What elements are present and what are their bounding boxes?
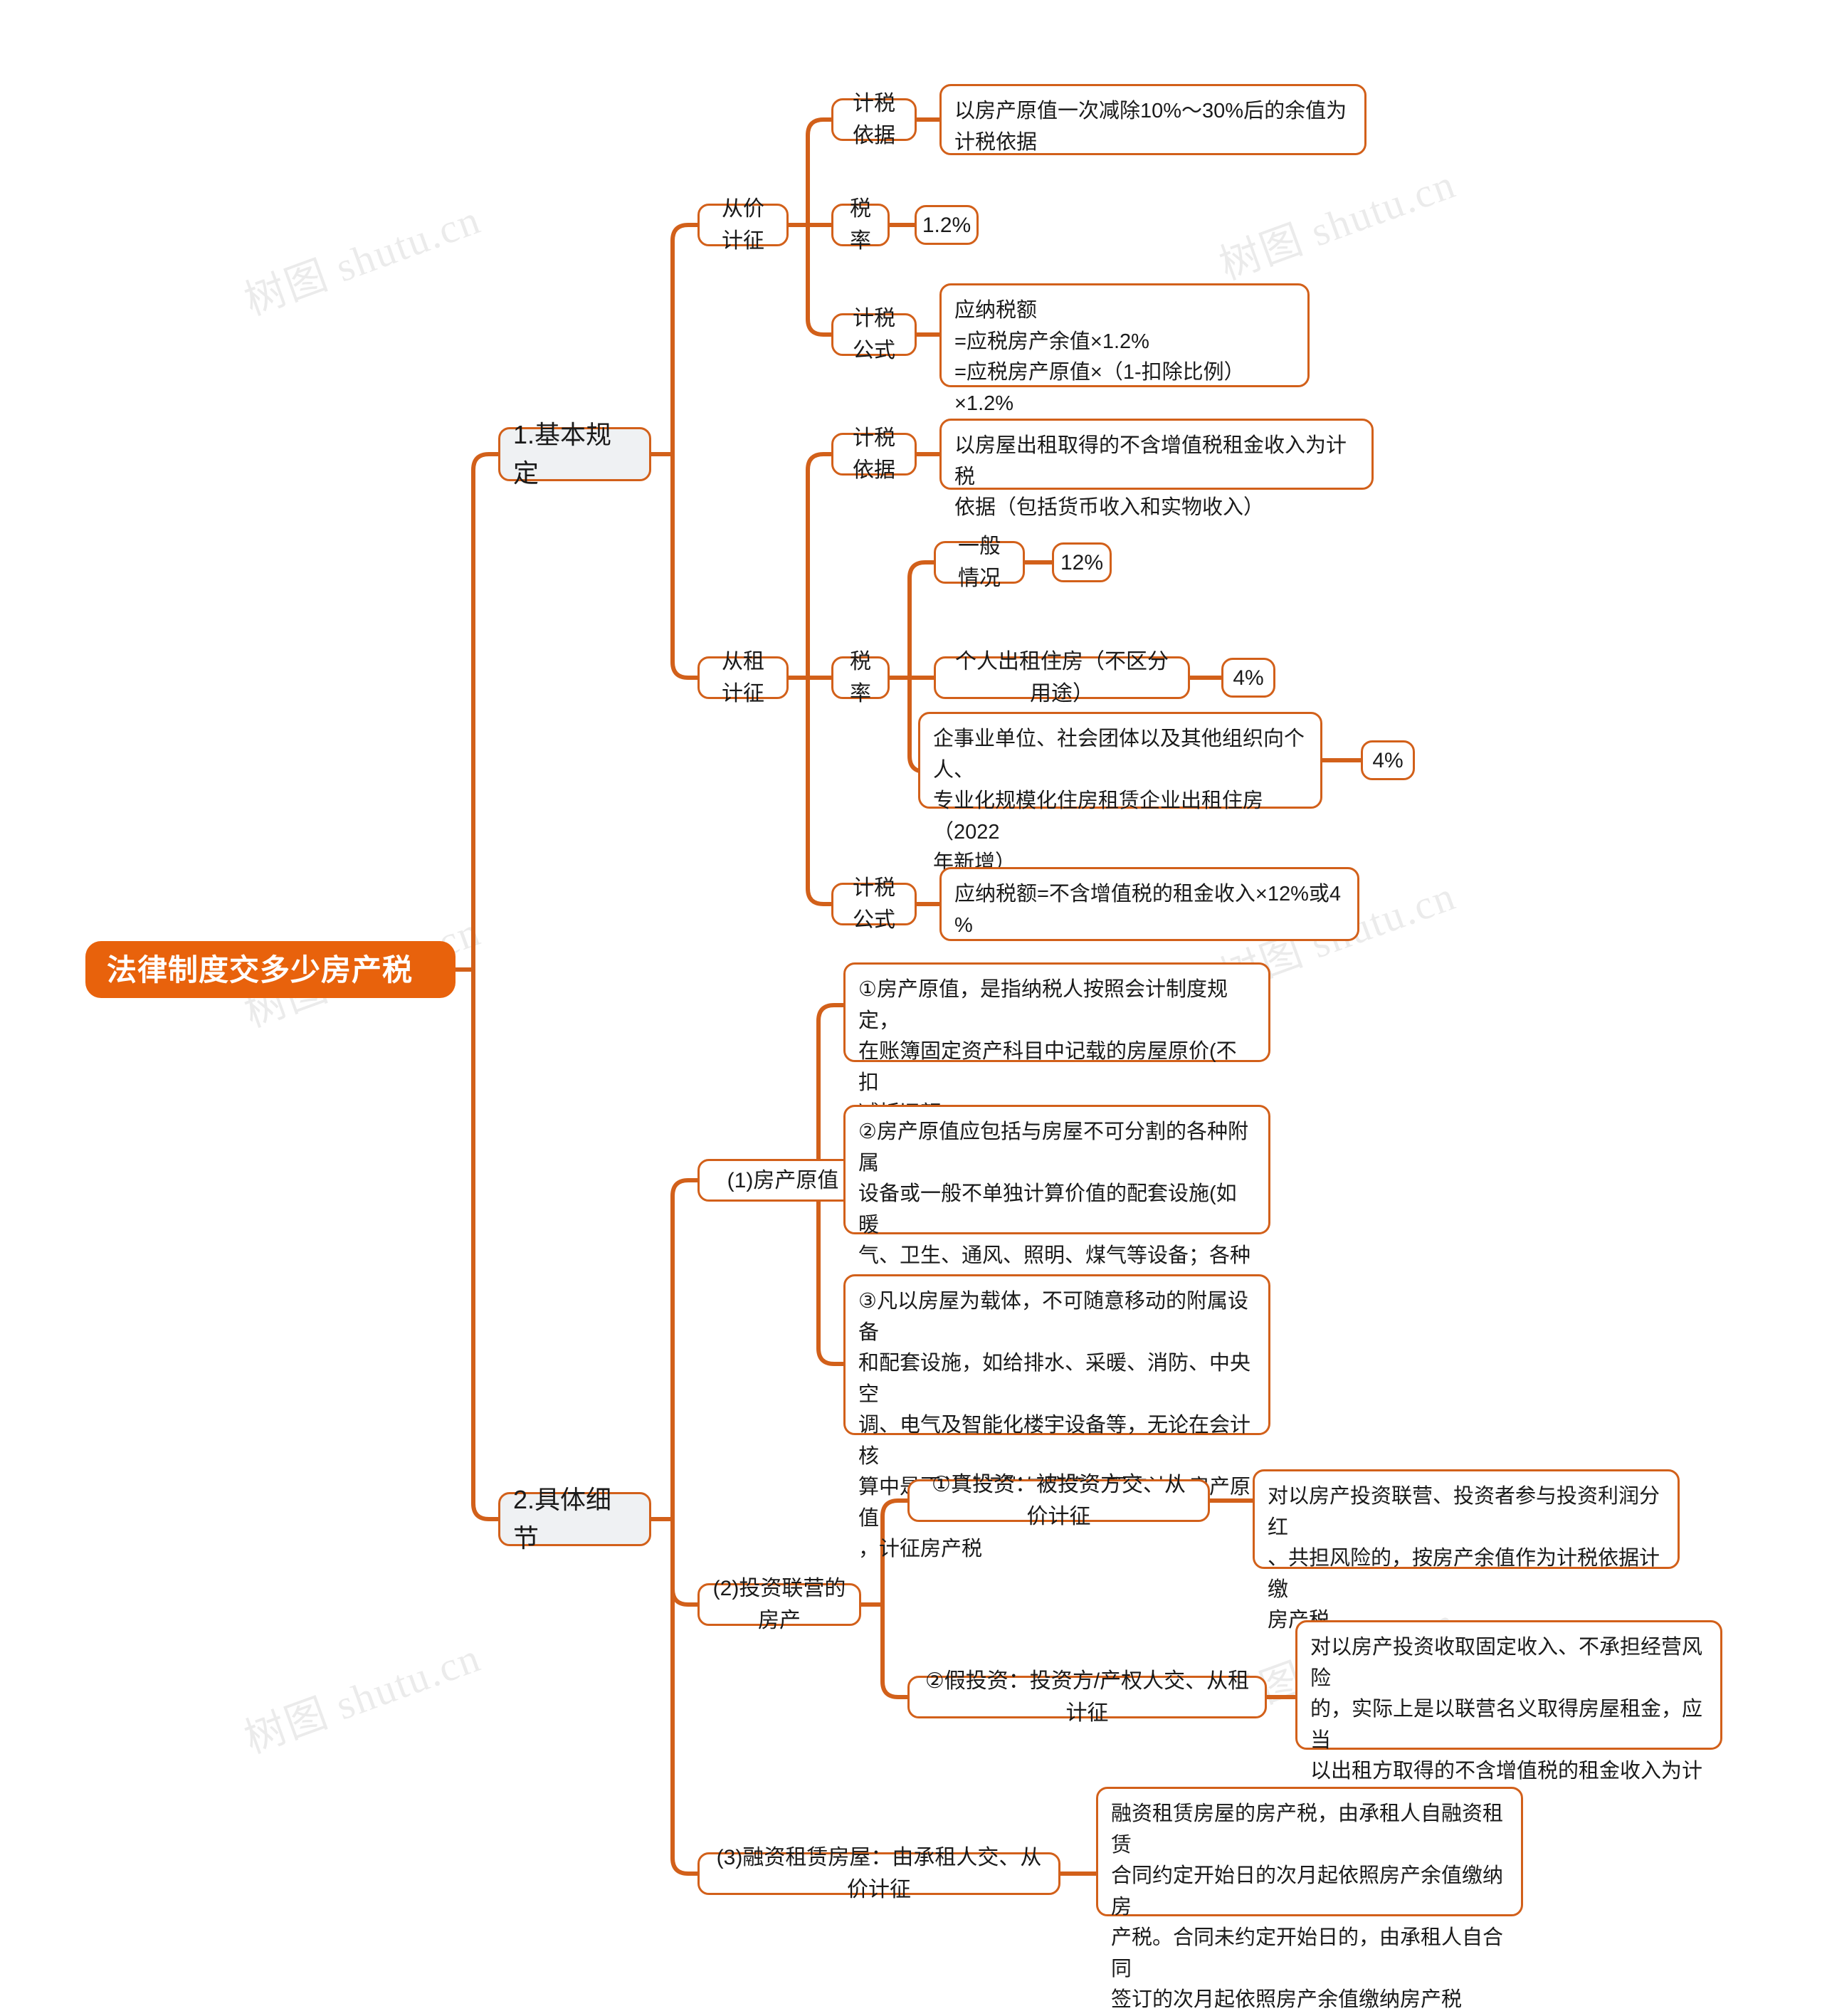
watermark: 树图 shutu.cn <box>1213 160 1462 289</box>
label: 税率 <box>850 650 871 705</box>
mindmap-canvas: 树图 shutu.cn 树图 shutu.cn 树图 shutu.cn 树图 s… <box>0 0 1822 2011</box>
note-original-value-2[interactable]: ②房产原值应包括与房屋不可分割的各种附属 设备或一般不单独计算价值的配套设施(如… <box>843 1105 1270 1329</box>
node-rate-advalorem[interactable]: 税率 <box>831 197 890 253</box>
label: 计税公式 <box>853 307 895 362</box>
detail-text: 以房产原值一次减除10%～30%后的余值为 计税依据 <box>954 100 1347 154</box>
detail-basis-rental[interactable]: 以房屋出租取得的不含增值税租金收入为计税 依据（包括货币收入和实物收入） <box>939 419 1374 519</box>
branch-basic-label: 1.基本规定 <box>513 420 612 488</box>
label: 计税依据 <box>853 426 895 482</box>
value-text: 1.2% <box>922 213 971 237</box>
note-original-value-1[interactable]: ①房产原值，是指纳税人按照会计制度规定， 在账簿固定资产科目中记载的房屋原价(不… <box>843 962 1270 1125</box>
label: 计税公式 <box>853 876 895 932</box>
case-enterprise-rental[interactable]: 企事业单位、社会团体以及其他组织向个人、 专业化规模化住房租赁企业出租住房（20… <box>918 712 1322 874</box>
value-rate-advalorem[interactable]: 1.2% <box>915 205 979 245</box>
label: ②假投资：投资方/产权人交、从租计征 <box>925 1669 1250 1725</box>
label: 个人出租住房（不区分用途） <box>955 650 1169 705</box>
node-rental[interactable]: 从租计征 <box>697 650 789 705</box>
label: ①真投资：被投资方交、从价计征 <box>932 1473 1186 1528</box>
node-basis-rental[interactable]: 计税依据 <box>831 426 917 482</box>
detail-formula-advalorem[interactable]: 应纳税额 =应税房产余值×1.2% =应税房产原值×（1-扣除比例）×1.2% <box>939 283 1310 415</box>
detail-finance-lease[interactable]: 融资租赁房屋的房产税，由承租人自融资租赁 合同约定开始日的次月起依照房产余值缴纳… <box>1096 1787 1523 2011</box>
label: 税率 <box>850 197 871 253</box>
label: (2)投资联营的房产 <box>712 1577 846 1632</box>
node-ad-valorem-label: 从价计征 <box>722 197 764 253</box>
detail-basis-advalorem[interactable]: 以房产原值一次减除10%～30%后的余值为 计税依据 <box>939 84 1366 155</box>
item-fake-investment[interactable]: ②假投资：投资方/产权人交、从租计征 <box>907 1669 1267 1725</box>
value-case-individual-rental[interactable]: 4% <box>1221 658 1275 698</box>
label: (3)融资租赁房屋：由承租人交、从价计征 <box>716 1846 1042 1901</box>
value-text: 4% <box>1233 666 1264 690</box>
branch-details[interactable]: 2.具体细节 <box>498 1485 651 1553</box>
watermark: 树图 shutu.cn <box>238 1634 487 1763</box>
root-node[interactable]: 法律制度交多少房产税 <box>85 941 456 998</box>
detail-text: 应纳税额 =应税房产余值×1.2% =应税房产原值×（1-扣除比例）×1.2% <box>954 299 1245 415</box>
node-basis-advalorem[interactable]: 计税依据 <box>831 92 917 147</box>
node-original-value[interactable]: (1)房产原值 <box>697 1159 868 1202</box>
node-formula-rental[interactable]: 计税公式 <box>831 876 917 932</box>
node-ad-valorem[interactable]: 从价计征 <box>697 197 789 253</box>
detail-text: 以房屋出租取得的不含增值税租金收入为计税 依据（包括货币收入和实物收入） <box>954 434 1347 519</box>
detail-formula-rental[interactable]: 应纳税额=不含增值税的租金收入×12%或4 % <box>939 867 1359 941</box>
node-rental-label: 从租计征 <box>722 650 764 705</box>
detail-text: 应纳税额=不含增值税的租金收入×12%或4 % <box>954 883 1342 937</box>
label: 企事业单位、社会团体以及其他组织向个人、 专业化规模化住房租赁企业出租住房（20… <box>933 728 1305 874</box>
detail-real-investment[interactable]: 对以房产投资联营、投资者参与投资利润分红 、共担风险的，按房产余值作为计税依据计… <box>1253 1469 1680 1632</box>
value-text: 4% <box>1372 748 1404 772</box>
branch-basic[interactable]: 1.基本规定 <box>498 420 651 488</box>
node-finance-lease[interactable]: (3)融资租赁房屋：由承租人交、从价计征 <box>697 1846 1060 1901</box>
item-real-investment[interactable]: ①真投资：被投资方交、从价计征 <box>907 1473 1210 1528</box>
label: (1)房产原值 <box>727 1168 839 1192</box>
value-case-general[interactable]: 12% <box>1052 542 1112 582</box>
root-label: 法律制度交多少房产税 <box>107 952 414 987</box>
watermark: 树图 shutu.cn <box>238 196 487 325</box>
node-joint-venture[interactable]: (2)投资联营的房产 <box>697 1577 861 1632</box>
case-individual-rental[interactable]: 个人出租住房（不区分用途） <box>934 650 1190 705</box>
case-general[interactable]: 一般情况 <box>934 535 1025 590</box>
label: 计税依据 <box>853 92 895 147</box>
node-rate-rental[interactable]: 税率 <box>831 650 890 705</box>
node-formula-advalorem[interactable]: 计税公式 <box>831 307 917 362</box>
value-case-enterprise-rental[interactable]: 4% <box>1361 740 1415 780</box>
detail-text: 对以房产投资联营、投资者参与投资利润分红 、共担风险的，按房产余值作为计税依据计… <box>1268 1485 1660 1632</box>
detail-text: 融资租赁房屋的房产税，由承租人自融资租赁 合同约定开始日的次月起依照房产余值缴纳… <box>1111 1802 1504 2011</box>
note-original-value-3[interactable]: ③凡以房屋为载体，不可随意移动的附属设备 和配套设施，如给排水、采暖、消防、中央… <box>843 1274 1270 1560</box>
value-text: 12% <box>1060 550 1104 574</box>
detail-fake-investment[interactable]: 对以房产投资收取固定收入、不承担经营风险 的，实际上是以联营名义取得房屋租金，应… <box>1295 1620 1722 1844</box>
branch-details-label: 2.具体细节 <box>513 1485 612 1553</box>
label: 一般情况 <box>958 535 1001 590</box>
